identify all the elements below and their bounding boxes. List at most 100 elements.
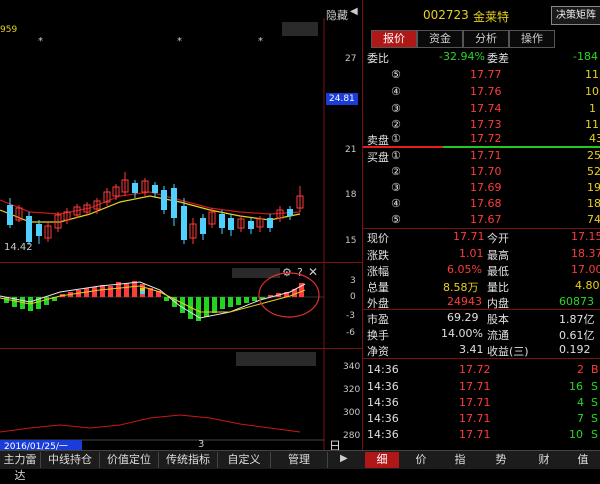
buy-index: ⑤ — [391, 213, 401, 226]
stat-row: 涨跌 1.01 最高 18.37 — [363, 246, 600, 262]
stat-label: 换手 — [367, 329, 389, 342]
sell-price: 17.73 — [470, 118, 502, 131]
tick-time: 14:36 — [367, 396, 399, 409]
buy-volume: 74 — [587, 213, 600, 226]
tick-price: 17.71 — [459, 380, 491, 393]
bottom-toolbar: 主力雷达 中线持仓 价值定位 传统指标 自定义 管理 ▶ 细 价 指 势 财 值 — [0, 450, 600, 482]
buy-volume: 19 — [587, 181, 600, 194]
quote-panel: 002723 金莱特 决策矩阵 报价 资金 分析 操作 委比 -32.94% 委… — [362, 0, 600, 450]
sell-index: ⑤ — [391, 68, 401, 81]
tab-index[interactable]: 指 — [443, 452, 477, 468]
tab-detail[interactable]: 细 — [365, 452, 399, 468]
stat-value: 0.61亿 — [559, 329, 595, 342]
tick-price: 17.71 — [459, 396, 491, 409]
stat-label: 市盈 — [367, 313, 389, 326]
stat-value: 4.80 — [575, 279, 600, 292]
kline-chart-area[interactable]: 959 隐藏 ◀ 27 24.81 21 18 15 14.42 3 0 -3 … — [0, 0, 362, 453]
stat-label: 今开 — [487, 232, 509, 245]
tick-flag: B — [591, 363, 599, 376]
expand-arrow-icon[interactable]: ▶ — [340, 453, 348, 464]
buy-row[interactable]: ⑤ 17.67 74 — [363, 212, 600, 228]
tool-mid-holding[interactable]: 中线持仓 — [41, 452, 100, 468]
stat-value: 6.05% — [447, 263, 482, 276]
buy-index: ② — [391, 165, 401, 178]
tick-volume: 16 — [569, 380, 583, 393]
stat-label: 最低 — [487, 265, 509, 278]
stat-label: 收益(三) — [487, 345, 529, 358]
tick-row: 14:36 17.71 4 S — [363, 395, 600, 411]
tick-price: 17.72 — [459, 363, 491, 376]
stat2-row: 净资 3.41 收益(三) 0.192 — [363, 342, 600, 358]
tick-flag: S — [591, 396, 598, 409]
tool-traditional-indicators[interactable]: 传统指标 — [159, 452, 218, 468]
buy-row[interactable]: ② 17.70 52 — [363, 164, 600, 180]
sell-price: 17.74 — [470, 102, 502, 115]
sell-price: 17.77 — [470, 68, 502, 81]
stat-row: 涨幅 6.05% 最低 17.00 — [363, 262, 600, 278]
stat-value: 18.37 — [571, 247, 600, 260]
buy-volume: 25 — [587, 149, 600, 162]
stat-label: 涨跌 — [367, 249, 389, 262]
tool-value-position[interactable]: 价值定位 — [100, 452, 159, 468]
sell-row[interactable]: 卖盘 ① 17.72 43 — [363, 131, 600, 147]
sell-index: ③ — [391, 102, 401, 115]
weidiff-value: -184 — [573, 50, 598, 63]
sell-row[interactable]: ④ 17.76 103 — [363, 84, 600, 100]
buy-price: 17.68 — [470, 197, 502, 210]
tool-custom[interactable]: 自定义 — [218, 452, 271, 468]
stat-label: 涨幅 — [367, 265, 389, 278]
tab-analysis[interactable]: 分析 — [463, 30, 509, 48]
stat-value: 1.87亿 — [559, 313, 595, 326]
stat-label: 总量 — [367, 281, 389, 294]
tick-time: 14:36 — [367, 363, 399, 376]
stat-value: 17.71 — [453, 230, 485, 243]
page-number: 3 — [198, 439, 205, 450]
tab-funds[interactable]: 资金 — [417, 30, 463, 48]
tab-operation[interactable]: 操作 — [509, 30, 555, 48]
tick-volume: 10 — [569, 428, 583, 441]
tick-volume: 4 — [577, 396, 584, 409]
tool-main-radar[interactable]: 主力雷达 — [0, 452, 41, 482]
sell-index: ④ — [391, 85, 401, 98]
buy-price: 17.69 — [470, 181, 502, 194]
tick-row: 14:36 17.71 10 S — [363, 427, 600, 443]
tick-time: 14:36 — [367, 412, 399, 425]
sell-row[interactable]: ③ 17.74 1 — [363, 101, 600, 117]
buy-row[interactable]: ④ 17.68 18 — [363, 196, 600, 212]
buy-row[interactable]: ③ 17.69 19 — [363, 180, 600, 196]
tab-trend[interactable]: 势 — [484, 452, 518, 468]
tick-time: 14:36 — [367, 428, 399, 441]
stat-value: 24943 — [447, 295, 482, 308]
tick-volume: 7 — [577, 412, 584, 425]
weidiff-label: 委差 — [487, 52, 509, 65]
stat2-row: 市盈 69.29 股本 1.87亿 — [363, 310, 600, 326]
weibi-row: 委比 -32.94% 委差 -184 — [363, 49, 600, 65]
buy-volume: 52 — [587, 165, 600, 178]
stat2-row: 换手 14.00% 流通 0.61亿 — [363, 326, 600, 342]
buy-price: 17.70 — [470, 165, 502, 178]
stat-value: 0.192 — [559, 343, 591, 356]
buy-index: ① — [391, 149, 401, 162]
tab-finance[interactable]: 财 — [527, 452, 561, 468]
decision-matrix-button[interactable]: 决策矩阵 — [551, 6, 600, 25]
tab-price[interactable]: 价 — [404, 452, 438, 468]
stat-value: 60873 — [559, 295, 594, 308]
buy-row[interactable]: 买盘 ① 17.71 25 — [363, 148, 600, 164]
weibi-value: -32.94% — [439, 50, 485, 63]
buy-index: ③ — [391, 181, 401, 194]
tick-price: 17.71 — [459, 428, 491, 441]
stat-label: 流通 — [487, 329, 509, 342]
stat-row: 外盘 24943 内盘 60873 — [363, 294, 600, 310]
tab-value[interactable]: 值 — [566, 452, 600, 468]
tick-row: 14:36 17.71 16 S — [363, 379, 600, 395]
sell-volume: 1 — [589, 102, 596, 115]
tab-quote[interactable]: 报价 — [371, 30, 417, 48]
buy-price: 17.71 — [470, 149, 502, 162]
sell-row[interactable]: ⑤ 17.77 115 — [363, 67, 600, 83]
tick-time: 14:36 — [367, 380, 399, 393]
sell-index: ② — [391, 118, 401, 131]
stat-label: 股本 — [487, 313, 509, 326]
tick-volume: 2 — [577, 363, 584, 376]
tool-manage[interactable]: 管理 — [271, 452, 328, 468]
sell-volume: 103 — [585, 85, 600, 98]
